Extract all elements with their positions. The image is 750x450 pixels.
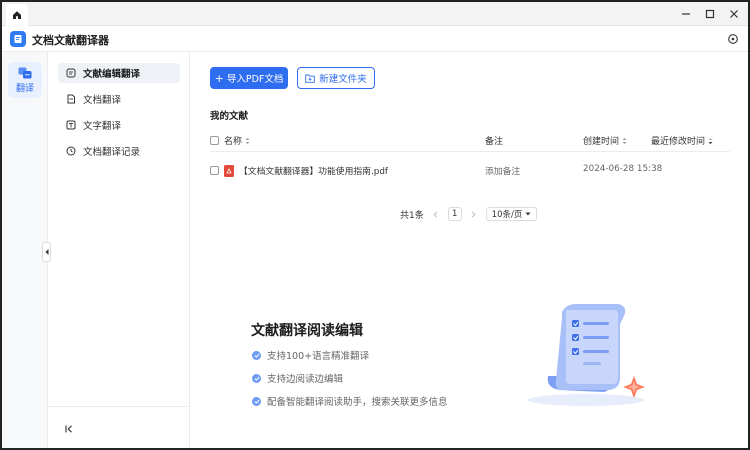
clock-icon [66, 146, 76, 156]
table-row[interactable]: 【文档文献翻译器】功能使用指南.pdf 添加备注 2024-06-28 15:3… [210, 160, 730, 180]
promo-title: 文献翻译阅读编辑 [251, 323, 363, 339]
sidebar-item-document-translate[interactable]: 文档翻译 [58, 89, 180, 109]
sidebar-item-document-edit-translate[interactable]: 文献编辑翻译 [58, 63, 180, 83]
page-size-label: 10条/页 [491, 210, 523, 220]
collapse-left-icon [65, 425, 72, 433]
new-folder-label: 新建文件夹 [319, 74, 367, 85]
table-header-divider [210, 151, 730, 152]
file-name[interactable]: 【文档文献翻译器】功能使用指南.pdf [239, 164, 388, 177]
caret-down-icon [525, 212, 531, 216]
home-icon [13, 11, 21, 19]
pagination-total: 共1条 [400, 210, 424, 221]
main-content: + 导入PDF文档 新建文件夹 我的文献 名称 备注 创建时间 最近修改时间 【… [190, 52, 748, 448]
promo-feature-text: 支持边阅读边编辑 [267, 374, 344, 385]
text-icon [66, 120, 76, 130]
promo-feature-text: 支持100+语言精准翻译 [267, 351, 370, 362]
page-number[interactable]: 1 [447, 207, 462, 221]
next-page-button[interactable] [468, 207, 480, 221]
file-created-time: 2024-06-28 15:38 [583, 164, 663, 174]
column-header-note: 备注 [485, 137, 504, 147]
prev-page-button[interactable] [430, 207, 442, 221]
row-checkbox[interactable] [210, 166, 219, 175]
close-button[interactable] [726, 6, 742, 22]
column-header-name: 名称 [224, 137, 243, 147]
minimize-button[interactable] [678, 6, 694, 22]
chevron-right-icon [471, 210, 476, 218]
header-modified-cell: 最近修改时间 [651, 134, 713, 147]
settings-button[interactable] [726, 32, 740, 46]
promo-feature: 支持边阅读边编辑 [252, 371, 343, 385]
sidebar-item-translate-history[interactable]: 文档翻译记录 [58, 141, 180, 161]
sidebar-item-label: 文档翻译 [83, 95, 122, 106]
sidebar-item-label: 文档翻译记录 [83, 147, 141, 158]
app-logo [10, 31, 26, 47]
table-header: 名称 备注 创建时间 最近修改时间 [210, 132, 730, 150]
app-logo-icon [14, 35, 22, 43]
sidebar-item-label: 文字翻译 [83, 121, 122, 132]
chevron-left-icon [45, 249, 48, 255]
sidebar-item-label: 文献编辑翻译 [83, 69, 141, 80]
rail-toggle-button[interactable] [42, 242, 51, 262]
header-created-cell: 创建时间 [583, 134, 627, 147]
tab-strip [2, 2, 748, 26]
pagination: 共1条 1 10条/页 [400, 206, 538, 222]
title-bar: 文档文献翻译器 [2, 26, 748, 52]
check-circle-icon [252, 373, 261, 383]
column-header-created: 创建时间 [583, 137, 620, 147]
rail-item-label: 翻译 [15, 83, 34, 94]
sidebar-item-text-translate[interactable]: 文字翻译 [58, 115, 180, 135]
promo-feature: 配备智能翻译阅读助手，搜索关联更多信息 [252, 394, 448, 408]
check-circle-icon [252, 350, 261, 360]
section-title: 我的文献 [210, 111, 249, 122]
row-name-cell: 【文档文献翻译器】功能使用指南.pdf [210, 164, 388, 177]
rail-item-translate[interactable]: 翻译 [8, 62, 42, 98]
app-window: 文档文献翻译器 翻译 文献编辑翻译 文档翻译 文字翻译 文档翻译记录 + 导入P… [0, 0, 750, 450]
folder-plus-icon [305, 74, 315, 83]
check-circle-icon [252, 396, 261, 406]
sort-icon[interactable] [622, 137, 627, 145]
import-pdf-button[interactable]: + 导入PDF文档 [210, 67, 288, 89]
document-edit-icon [66, 68, 76, 78]
header-name-cell: 名称 [210, 134, 250, 147]
file-note[interactable]: 添加备注 [485, 164, 520, 177]
home-tab[interactable] [6, 4, 28, 26]
document-scroll-illustration [528, 304, 645, 406]
close-icon [730, 10, 738, 18]
sidebar-collapse-button[interactable] [62, 422, 76, 436]
app-title: 文档文献翻译器 [32, 34, 109, 47]
import-pdf-label: 导入PDF文档 [226, 74, 284, 85]
settings-icon [728, 34, 738, 44]
document-icon [67, 94, 75, 104]
new-folder-button[interactable]: 新建文件夹 [297, 67, 375, 89]
maximize-icon [705, 9, 715, 19]
page-size-select[interactable]: 10条/页 [485, 207, 538, 221]
promo-feature: 支持100+语言精准翻译 [252, 348, 369, 362]
sort-icon[interactable] [245, 137, 250, 145]
promo-feature-text: 配备智能翻译阅读助手，搜索关联更多信息 [267, 397, 448, 408]
chevron-left-icon [433, 210, 438, 218]
sort-icon[interactable] [708, 137, 713, 145]
pdf-file-icon [224, 164, 234, 177]
sidebar: 文献编辑翻译 文档翻译 文字翻译 文档翻译记录 [48, 52, 190, 448]
column-header-modified: 最近修改时间 [651, 137, 706, 147]
maximize-button[interactable] [702, 6, 718, 22]
select-all-checkbox[interactable] [210, 136, 219, 145]
translate-icon [18, 67, 32, 78]
sidebar-divider [48, 406, 190, 407]
minimize-icon [682, 13, 690, 15]
plus-icon: + [214, 71, 224, 85]
